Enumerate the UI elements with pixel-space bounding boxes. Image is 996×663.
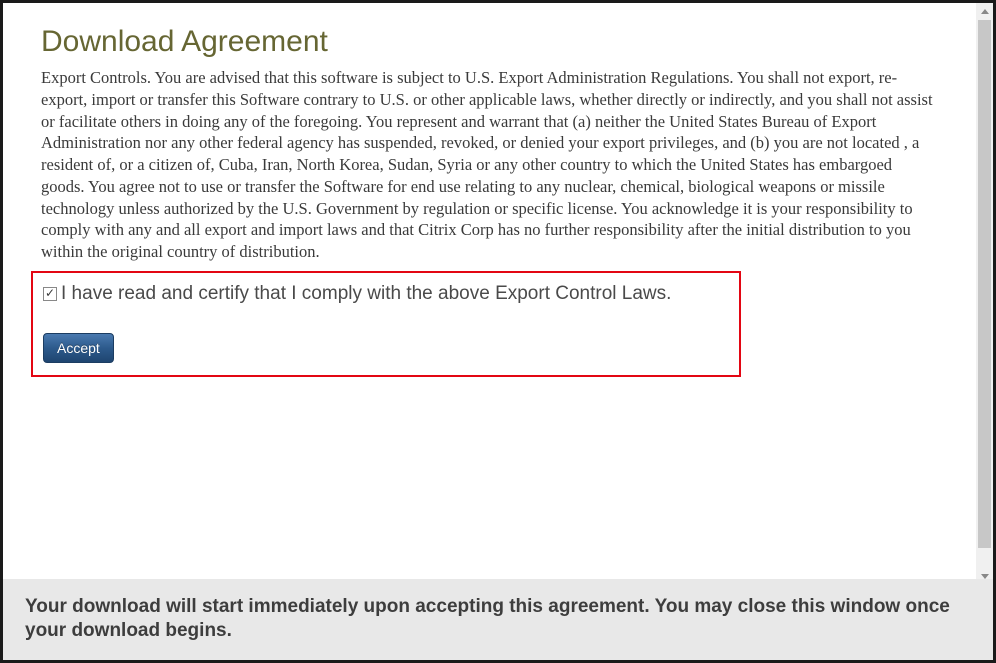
scroll-area: Download Agreement Export Controls. You … bbox=[3, 3, 993, 660]
footer-message: Your download will start immediately upo… bbox=[3, 579, 993, 660]
consent-highlight-box: I have read and certify that I comply wi… bbox=[31, 271, 741, 377]
page-title: Download Agreement bbox=[41, 25, 938, 59]
scrollbar-thumb[interactable] bbox=[978, 20, 991, 548]
consent-label: I have read and certify that I comply wi… bbox=[61, 283, 671, 305]
agreement-body-text: Export Controls. You are advised that th… bbox=[41, 67, 938, 263]
dialog-frame: Download Agreement Export Controls. You … bbox=[0, 0, 996, 663]
scroll-up-icon[interactable] bbox=[976, 3, 993, 20]
scrollbar-vertical[interactable] bbox=[976, 3, 993, 585]
content-region: Download Agreement Export Controls. You … bbox=[3, 3, 976, 377]
consent-row: I have read and certify that I comply wi… bbox=[43, 283, 729, 305]
consent-checkbox[interactable] bbox=[43, 287, 57, 301]
accept-button[interactable]: Accept bbox=[43, 333, 114, 363]
